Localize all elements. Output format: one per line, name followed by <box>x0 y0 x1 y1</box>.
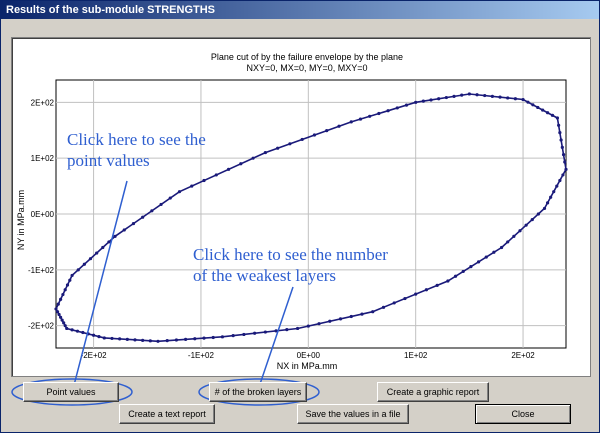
results-window: Results of the sub-module STRENGTHS Plan… <box>0 0 600 433</box>
close-button[interactable]: Close <box>475 404 571 424</box>
point-values-annotation-line1: Click here to see the <box>67 130 206 149</box>
layers-pointer-line <box>258 286 294 388</box>
create-graphic-report-button[interactable]: Create a graphic report <box>377 382 489 402</box>
weakest-layers-annotation-line2: of the weakest layers <box>193 266 337 285</box>
point-values-pointer-line <box>72 180 128 390</box>
weakest-layers-annotation-line1: Click here to see the number <box>193 245 388 264</box>
point-values-annotation-line2: point values <box>67 151 150 170</box>
save-values-button[interactable]: Save the values in a file <box>297 404 409 424</box>
annotation-overlay <box>11 180 320 406</box>
point-values-annotation: Click here to see the point values <box>67 129 206 171</box>
weakest-layers-annotation: Click here to see the number of the weak… <box>193 244 388 286</box>
point-values-button[interactable]: Point values <box>23 382 119 402</box>
broken-layers-button[interactable]: # of the broken layers <box>209 382 307 402</box>
create-text-report-button[interactable]: Create a text report <box>119 404 215 424</box>
